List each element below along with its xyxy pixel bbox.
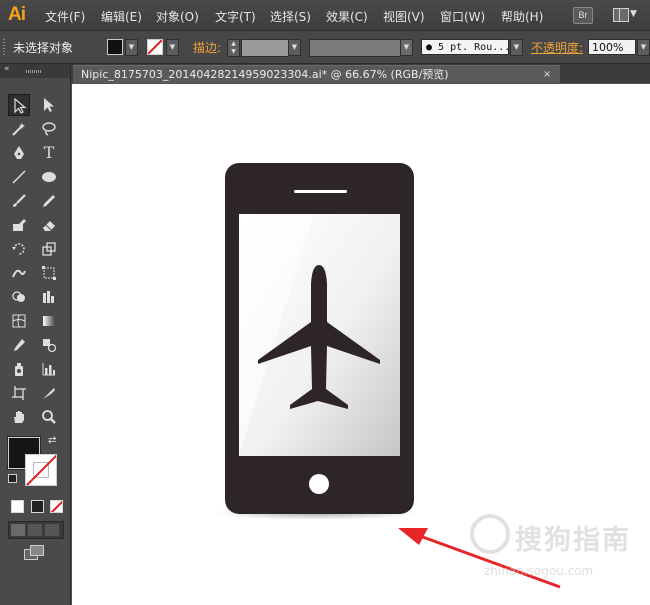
color-mode-button[interactable] (11, 500, 24, 513)
rotate-tool-icon[interactable] (8, 238, 30, 260)
document-tab-bar: Nipic_8175703_20140428214959023304.ai* @… (71, 64, 650, 83)
line-tool-icon[interactable] (8, 166, 30, 188)
profile-dropdown[interactable]: ▼ (400, 39, 413, 56)
zoom-tool-icon[interactable] (38, 406, 60, 428)
direct-selection-tool-icon[interactable] (38, 94, 60, 116)
home-button (309, 474, 329, 494)
menu-object[interactable]: 对象(O) (156, 8, 199, 25)
bridge-button[interactable]: Br (573, 7, 593, 24)
none-mode-button[interactable] (50, 500, 63, 513)
none-slash (51, 501, 62, 512)
lasso-tool-icon[interactable] (38, 118, 60, 140)
tools-panel-header[interactable]: « (0, 64, 70, 78)
free-transform-tool-icon[interactable] (38, 262, 60, 284)
stroke-weight-field[interactable] (241, 39, 289, 57)
pen-tool-icon[interactable] (8, 142, 30, 164)
menu-effect[interactable]: 效果(C) (326, 8, 368, 25)
menu-select[interactable]: 选择(S) (270, 8, 311, 25)
blob-brush-tool-icon[interactable] (8, 214, 30, 236)
opacity-label[interactable]: 不透明度: (531, 39, 583, 56)
ellipse-tool-icon[interactable] (38, 166, 60, 188)
menu-type[interactable]: 文字(T) (215, 8, 256, 25)
shape-builder-tool-icon[interactable] (8, 286, 30, 308)
opacity-field[interactable]: 100% (588, 39, 636, 55)
close-icon[interactable]: × (543, 66, 551, 84)
fill-dropdown[interactable]: ▼ (125, 39, 138, 56)
stroke-swatch[interactable] (147, 39, 163, 55)
screen-mode-front (30, 545, 44, 556)
menu-file[interactable]: 文件(F) (45, 8, 85, 25)
eraser-tool-icon[interactable] (38, 214, 60, 236)
draw-behind-button[interactable] (28, 524, 42, 536)
variable-width-profile[interactable] (309, 39, 401, 57)
menu-edit[interactable]: 编辑(E) (101, 8, 142, 25)
column-graph-tool-icon[interactable] (38, 358, 60, 380)
menu-window[interactable]: 窗口(W) (440, 8, 485, 25)
default-colors-icon[interactable] (8, 474, 17, 483)
stroke-label[interactable]: 描边: (193, 39, 221, 56)
selection-tool-icon[interactable] (8, 94, 30, 116)
artboard-canvas[interactable]: 搜狗指南 zhinan.sogou.com (72, 84, 650, 605)
selection-status: 未选择对象 (13, 41, 74, 55)
watermark-logo-icon (470, 514, 510, 554)
control-bar: 未选择对象 ▼ ▼ 描边: ▲ ▼ ▼ ▼ ● 5 pt. Rou... ▼ 不透… (0, 31, 650, 64)
paintbrush-tool-icon[interactable] (8, 190, 30, 212)
phone-speaker (294, 190, 347, 193)
gradient-mode-button[interactable] (31, 500, 44, 513)
screen-mode-button[interactable] (24, 545, 44, 561)
scale-tool-icon[interactable] (38, 238, 60, 260)
fill-swatch[interactable] (107, 39, 123, 55)
mesh-tool-icon[interactable] (8, 310, 30, 332)
stroke-weight-dropdown[interactable]: ▼ (288, 39, 301, 56)
swap-fill-stroke-icon[interactable]: ⇄ (48, 435, 56, 446)
stroke-inner (33, 462, 49, 478)
workspace-caret-icon[interactable]: ▼ (630, 9, 637, 19)
workspace-switcher-icon[interactable] (613, 8, 629, 22)
brush-dropdown[interactable]: ▼ (510, 39, 523, 56)
perspective-grid-tool-icon[interactable] (38, 286, 60, 308)
artboard-tool-icon[interactable] (8, 382, 30, 404)
draw-inside-button[interactable] (45, 524, 59, 536)
stroke-dropdown[interactable]: ▼ (166, 39, 179, 56)
hand-tool-icon[interactable] (8, 406, 30, 428)
document-tab[interactable]: Nipic_8175703_20140428214959023304.ai* @… (73, 65, 560, 83)
warp-tool-icon[interactable] (8, 262, 30, 284)
panel-grip[interactable] (26, 70, 42, 73)
blend-tool-icon[interactable] (38, 334, 60, 356)
watermark-url: zhinan.sogou.com (484, 564, 594, 578)
menu-bar: Ai 文件(F) 编辑(E) 对象(O) 文字(T) 选择(S) 效果(C) 视… (0, 0, 650, 31)
panel-grip[interactable] (3, 39, 5, 55)
collapse-icon[interactable]: « (4, 64, 10, 74)
tools-panel: « T ⇄ (0, 64, 71, 605)
symbol-sprayer-tool-icon[interactable] (8, 358, 30, 380)
document-tab-title: Nipic_8175703_20140428214959023304.ai* @… (81, 68, 449, 81)
draw-normal-button[interactable] (11, 524, 25, 536)
gradient-tool-icon[interactable] (38, 310, 60, 332)
menu-help[interactable]: 帮助(H) (501, 8, 543, 25)
brush-definition[interactable]: ● 5 pt. Rou... (421, 39, 509, 55)
stroke-color-box[interactable] (25, 454, 57, 486)
drawing-modes (8, 521, 64, 539)
opacity-dropdown[interactable]: ▼ (637, 39, 650, 56)
app-logo: Ai (8, 4, 26, 25)
menu-view[interactable]: 视图(V) (383, 8, 425, 25)
eyedropper-tool-icon[interactable] (8, 334, 30, 356)
type-tool-icon[interactable]: T (38, 142, 60, 164)
slice-tool-icon[interactable] (38, 382, 60, 404)
magic-wand-tool-icon[interactable] (8, 118, 30, 140)
stroke-weight-spinner[interactable]: ▲ ▼ (227, 39, 240, 57)
watermark-text: 搜狗指南 (515, 525, 631, 556)
pencil-tool-icon[interactable] (38, 190, 60, 212)
